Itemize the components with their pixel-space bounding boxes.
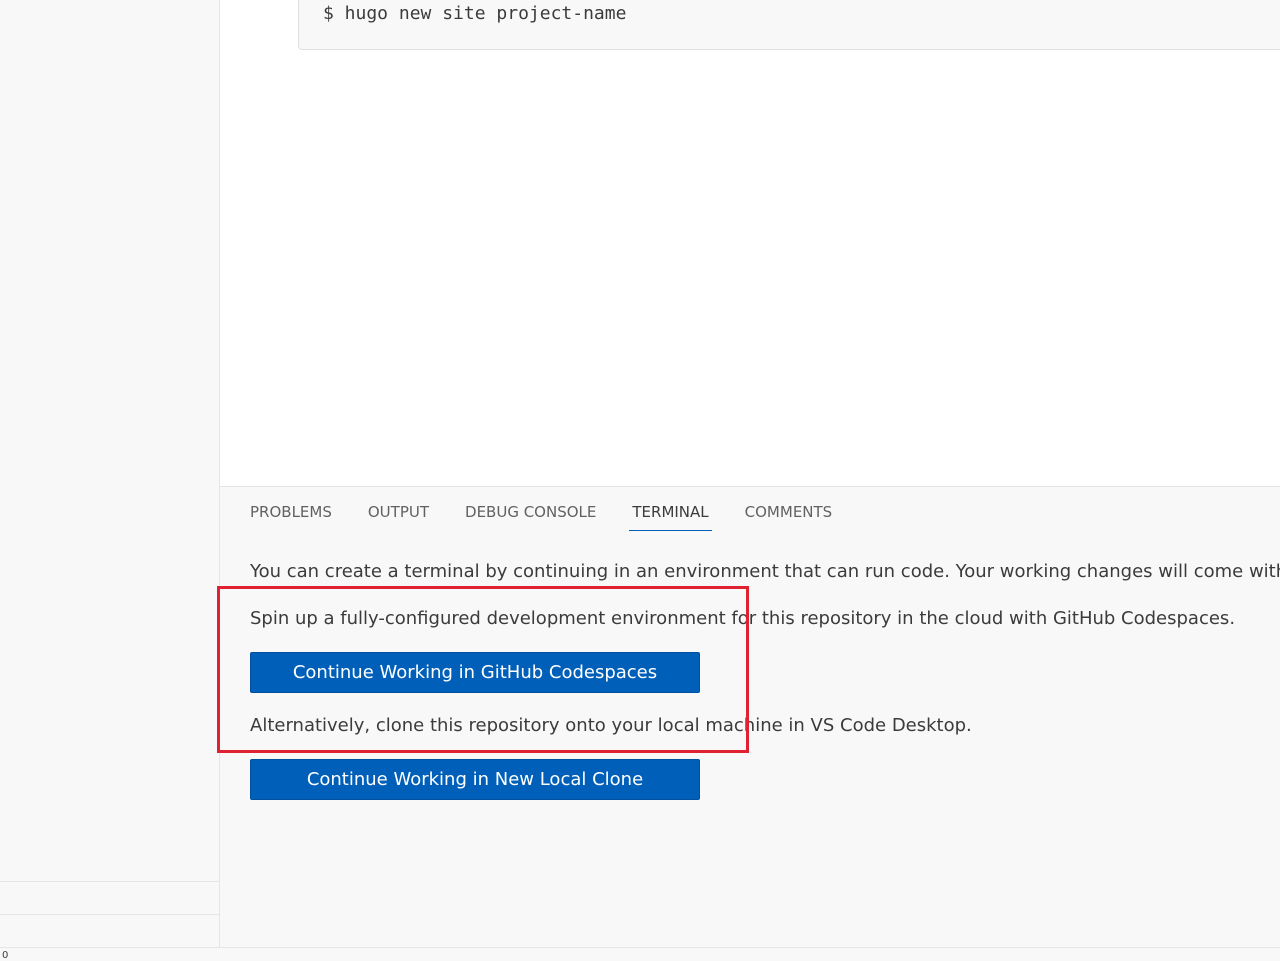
continue-codespaces-button[interactable]: Continue Working in GitHub Codespaces	[250, 652, 700, 693]
panel-tabs: PROBLEMS OUTPUT DEBUG CONSOLE TERMINAL C…	[250, 503, 832, 531]
tab-debug-console[interactable]: DEBUG CONSOLE	[465, 503, 596, 531]
sidebar-divider	[0, 881, 219, 882]
status-bar: 0	[0, 947, 1280, 961]
continue-local-clone-button[interactable]: Continue Working in New Local Clone	[250, 759, 700, 800]
tab-terminal[interactable]: TERMINAL	[629, 503, 712, 531]
local-clone-message: Alternatively, clone this repository ont…	[250, 715, 972, 736]
tab-problems[interactable]: PROBLEMS	[250, 503, 332, 531]
sidebar-divider	[0, 914, 219, 915]
terminal-message: You can create a terminal by continuing …	[250, 561, 1280, 582]
tab-output[interactable]: OUTPUT	[368, 503, 429, 531]
sidebar	[0, 0, 220, 947]
codespaces-message: Spin up a fully-configured development e…	[250, 608, 1236, 629]
code-line: $ hugo new site project-name	[323, 3, 627, 24]
bottom-panel: PROBLEMS OUTPUT DEBUG CONSOLE TERMINAL C…	[220, 486, 1280, 948]
tab-comments[interactable]: COMMENTS	[745, 503, 833, 531]
status-text: 0	[2, 950, 9, 961]
code-block: $ hugo new site project-name	[298, 0, 1280, 50]
editor-area: $ hugo new site project-name	[220, 0, 1280, 486]
